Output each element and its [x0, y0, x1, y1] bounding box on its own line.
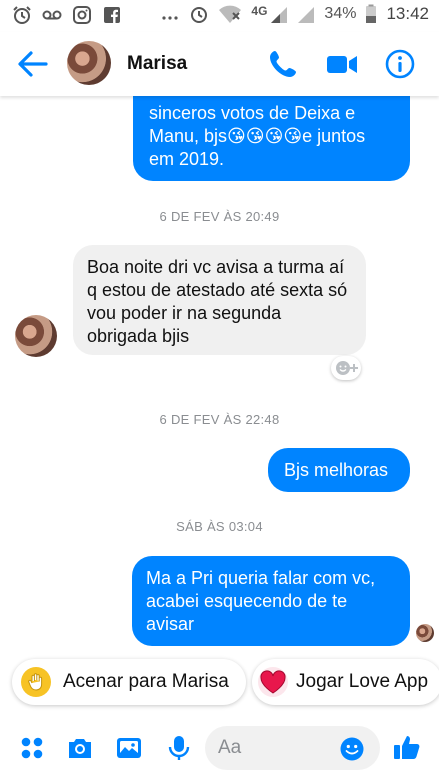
apps-grid-icon[interactable]	[18, 734, 46, 762]
add-reaction-button[interactable]	[331, 356, 361, 380]
alarm-icon	[191, 7, 208, 23]
message-text: sinceros votos de Deixa e Manu, bjs😘😘😘😘e…	[149, 103, 366, 169]
message-text: Ma a Pri queria falar com vc, acabei esq…	[146, 568, 376, 634]
timestamp: SÁB ÀS 03:04	[176, 519, 263, 534]
status-bar: 4G 34% 13:42	[0, 0, 439, 32]
timestamp: 6 DE FEV ÀS 22:48	[159, 412, 280, 427]
message-outgoing[interactable]: sinceros votos de Deixa e Manu, bjs😘😘😘😘e…	[133, 96, 410, 181]
voicemail-icon	[42, 10, 62, 20]
microphone-icon[interactable]	[165, 734, 193, 762]
avatar[interactable]	[67, 41, 111, 85]
message-text: Boa noite dri vc avisa a turma aí q esto…	[87, 257, 348, 346]
thumbs-up-icon[interactable]	[392, 732, 422, 762]
image-icon[interactable]	[115, 734, 143, 762]
more-dots-icon	[162, 16, 179, 20]
emoji-icon[interactable]	[339, 736, 365, 762]
info-icon[interactable]	[384, 48, 416, 80]
timestamp: 6 DE FEV ÀS 20:49	[159, 209, 280, 224]
facebook-icon	[104, 7, 120, 23]
read-receipt-avatar	[416, 624, 434, 642]
emoji-icon	[336, 361, 358, 375]
quick-reply-bar: Acenar para Marisa Jogar Love App	[0, 655, 439, 711]
signal-icon	[271, 7, 288, 23]
wave-button[interactable]: Acenar para Marisa	[12, 659, 246, 705]
composer-bar	[0, 718, 439, 780]
battery-percent: 34%	[324, 5, 357, 22]
camera-icon[interactable]	[66, 734, 94, 762]
wifi-icon	[219, 5, 242, 23]
back-arrow-icon[interactable]	[16, 48, 50, 80]
love-app-button[interactable]: Jogar Love App	[252, 659, 439, 705]
message-thread[interactable]: sinceros votos de Deixa e Manu, bjs😘😘😘😘e…	[0, 96, 439, 650]
network-type: 4G	[251, 4, 268, 18]
love-app-label: Jogar Love App	[296, 671, 429, 692]
alarm-icon	[13, 6, 31, 24]
wave-label: Acenar para Marisa	[63, 671, 229, 692]
avatar[interactable]	[15, 315, 57, 357]
contact-name[interactable]: Marisa	[127, 53, 187, 75]
signal-icon	[298, 7, 315, 23]
message-input-container[interactable]	[205, 726, 380, 770]
instagram-icon	[73, 6, 91, 24]
video-icon[interactable]	[326, 48, 358, 80]
message-outgoing[interactable]: Ma a Pri queria falar com vc, acabei esq…	[132, 556, 410, 646]
message-input[interactable]	[218, 737, 338, 759]
clock: 13:42	[386, 4, 429, 23]
phone-icon[interactable]	[267, 48, 299, 80]
message-incoming[interactable]: Boa noite dri vc avisa a turma aí q esto…	[73, 245, 366, 355]
message-outgoing[interactable]: Bjs melhoras	[268, 448, 410, 492]
wave-icon	[21, 667, 51, 697]
conversation-header: Marisa	[0, 32, 439, 96]
battery-icon	[366, 4, 377, 23]
heart-icon	[258, 667, 288, 697]
message-text: Bjs melhoras	[284, 460, 389, 480]
